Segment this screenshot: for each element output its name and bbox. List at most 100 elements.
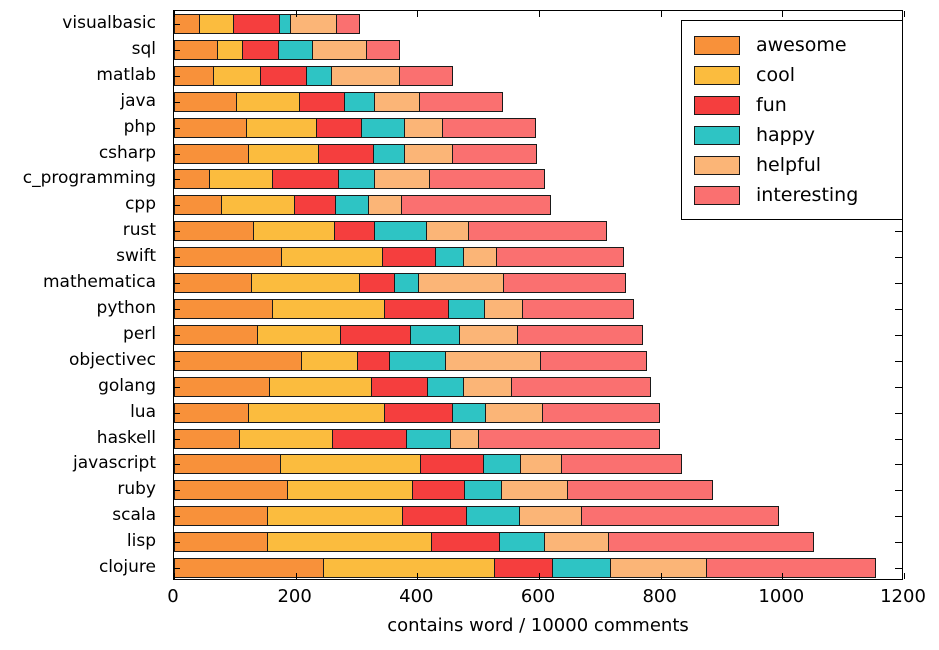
y-tick-label-haskell: haskell (96, 427, 156, 448)
bar-segment-awesome (174, 376, 271, 397)
bar-segment-interesting (706, 558, 876, 579)
bar-segment-interesting (560, 454, 682, 475)
bar-segment-awesome (174, 402, 250, 423)
bar-segment-fun (259, 65, 308, 86)
bar-segment-interesting (441, 117, 536, 138)
bar-segment-cool (248, 402, 386, 423)
bar-segment-happy (337, 169, 376, 190)
bar-segment-fun (271, 169, 340, 190)
bar-segment-interesting (511, 376, 651, 397)
bar-segment-awesome (174, 143, 250, 164)
y-tick-mark (174, 360, 180, 362)
bar-segment-interesting (467, 221, 608, 242)
y-tick-mark (174, 153, 180, 155)
y-tick-label-php: php (123, 116, 156, 137)
bar-row (174, 273, 626, 294)
bar-segment-interesting (521, 298, 635, 319)
y-tick-mark (174, 179, 180, 181)
y-tick-mark (174, 334, 180, 336)
x-tick-mark-top (295, 11, 297, 17)
bar-segment-helpful (518, 506, 583, 527)
bar-segment-fun (331, 428, 408, 449)
bar-segment-cool (208, 169, 274, 190)
y-tick-mark (174, 412, 180, 414)
bar-segment-helpful (462, 247, 498, 268)
bar-segment-helpful (459, 324, 519, 345)
bar-row (174, 480, 714, 501)
bar-segment-awesome (174, 39, 219, 60)
chart-legend: awesome cool fun happy helpful interesting (681, 20, 903, 220)
y-tick-mark (174, 386, 180, 388)
y-tick-mark (174, 568, 180, 570)
y-tick-mark-right (895, 568, 902, 570)
bar-segment-happy (483, 454, 521, 475)
legend-swatch-fun (694, 95, 740, 115)
y-tick-mark (174, 205, 180, 207)
bar-segment-helpful (374, 169, 431, 190)
x-tick-mark (417, 573, 419, 579)
y-tick-mark-right (895, 412, 902, 414)
x-tick-mark (660, 573, 662, 579)
bar-segment-helpful (610, 558, 708, 579)
x-tick-mark-top (660, 11, 662, 17)
bar-row (174, 117, 536, 138)
bar-segment-interesting (452, 143, 538, 164)
bar-segment-awesome (174, 532, 269, 553)
legend-label-fun: fun (756, 94, 787, 116)
bar-segment-helpful (312, 39, 368, 60)
legend-label-helpful: helpful (756, 154, 822, 176)
x-tick-label-200: 200 (277, 586, 312, 607)
bar-segment-awesome (174, 273, 253, 294)
bar-row (174, 247, 625, 268)
bar-segment-fun (293, 195, 337, 216)
bar-segment-interesting (517, 324, 643, 345)
y-tick-label-perl: perl (123, 323, 156, 344)
bar-segment-happy (394, 273, 420, 294)
bar-segment-fun (358, 273, 396, 294)
y-tick-mark (174, 464, 180, 466)
bar-segment-happy (306, 65, 333, 86)
x-tick-mark-top (417, 11, 419, 17)
bar-segment-awesome (174, 91, 238, 112)
bar-segment-helpful (374, 91, 421, 112)
bar-row (174, 195, 551, 216)
bar-row (174, 454, 682, 475)
x-tick-mark (782, 573, 784, 579)
bar-segment-cool (236, 91, 301, 112)
y-tick-label-javascript: javascript (73, 453, 156, 474)
bar-row (174, 350, 648, 371)
bar-segment-helpful (449, 428, 480, 449)
bar-row (174, 169, 546, 190)
legend-item-interesting: interesting (694, 180, 892, 210)
bar-segment-happy (464, 480, 503, 501)
bar-segment-happy (434, 247, 465, 268)
bar-segment-awesome (174, 506, 269, 527)
y-tick-mark (174, 542, 180, 544)
y-tick-label-rust: rust (122, 220, 156, 241)
bar-segment-fun (402, 506, 468, 527)
bar-segment-happy (447, 298, 486, 319)
bar-segment-happy (410, 324, 461, 345)
bar-segment-happy (466, 506, 521, 527)
y-tick-mark-right (895, 464, 902, 466)
bar-segment-happy (335, 195, 370, 216)
y-tick-label-lua: lua (130, 401, 156, 422)
y-tick-mark-right (895, 334, 902, 336)
bar-segment-awesome (174, 117, 248, 138)
bar-segment-fun (333, 221, 376, 242)
x-tick-label-1000: 1000 (758, 586, 805, 607)
bar-segment-helpful (403, 143, 454, 164)
bar-row (174, 428, 660, 449)
y-tick-mark-right (895, 438, 902, 440)
bar-segment-awesome (174, 454, 282, 475)
x-tick-mark-top (782, 11, 784, 17)
bar-segment-helpful (501, 480, 569, 501)
x-tick-mark (904, 573, 905, 579)
bar-segment-awesome (174, 558, 325, 579)
bar-row (174, 376, 651, 397)
bar-segment-cool (271, 298, 386, 319)
x-tick-mark-top (904, 11, 905, 17)
bar-segment-interesting (566, 480, 714, 501)
bar-segment-awesome (174, 324, 259, 345)
bar-segment-helpful (519, 454, 563, 475)
